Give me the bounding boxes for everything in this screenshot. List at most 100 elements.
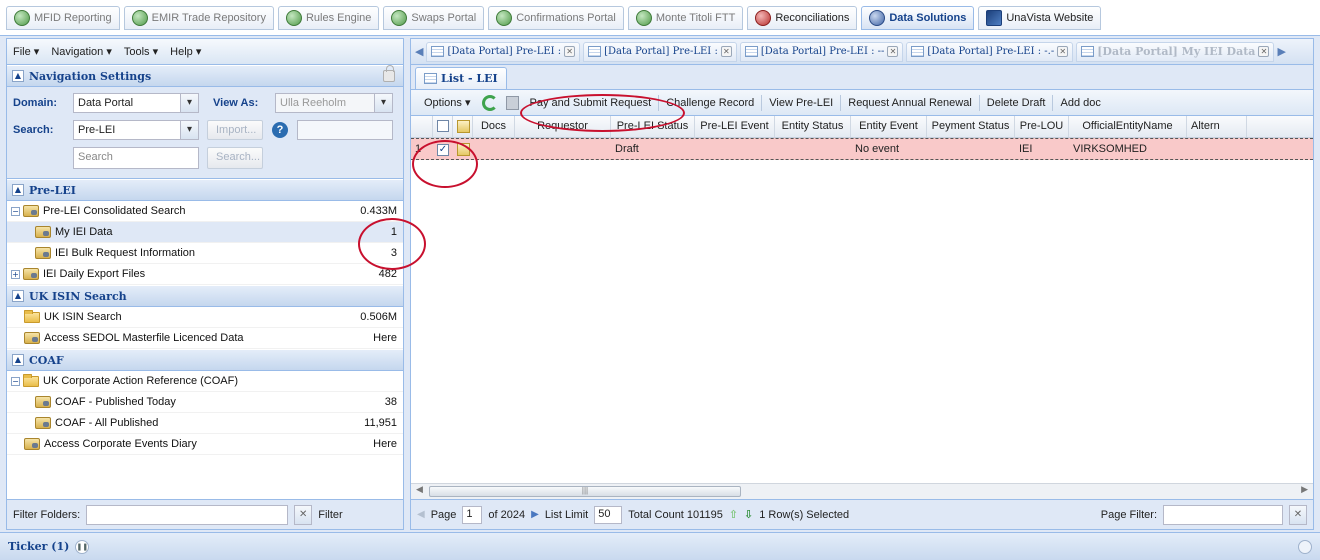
- clear-page-filter-icon[interactable]: ✕: [1289, 504, 1307, 525]
- tree-item-coaf-published-today[interactable]: COAF - Published Today 38: [7, 392, 403, 413]
- tree-item-uk-isin-search[interactable]: UK ISIN Search 0.506M: [7, 307, 403, 328]
- doc-tab[interactable]: [Data Portal] Pre-LEI : -.- ✕: [906, 41, 1074, 62]
- horizontal-scrollbar[interactable]: ◀ ||| ▶: [411, 483, 1313, 499]
- request-annual-renewal-button[interactable]: Request Annual Renewal: [841, 97, 979, 109]
- view-as-select[interactable]: Ulla Reeholm: [275, 93, 393, 113]
- tree-item-uk-corporate-action-reference[interactable]: − UK Corporate Action Reference (COAF): [7, 371, 403, 392]
- collapse-tree-icon[interactable]: −: [11, 376, 20, 386]
- column-header-altern[interactable]: Altern: [1187, 116, 1247, 137]
- tree-item-iei-daily-export-files[interactable]: + IEI Daily Export Files 482: [7, 264, 403, 285]
- add-doc-button[interactable]: Add doc: [1053, 97, 1107, 109]
- scroll-left-icon[interactable]: ◀: [416, 485, 423, 495]
- column-header-official-entity-name[interactable]: OfficialEntityName: [1069, 116, 1187, 137]
- ticker-settings-icon[interactable]: [1298, 539, 1312, 554]
- doc-tab-my-iei-data[interactable]: [Data Portal] My IEI Data ✕: [1076, 41, 1275, 62]
- pause-icon[interactable]: ❚❚: [75, 539, 90, 554]
- collapse-icon[interactable]: ▲: [12, 354, 24, 366]
- note-icon[interactable]: [457, 143, 470, 156]
- import-button[interactable]: Import...: [207, 120, 263, 140]
- uk-isin-section-header[interactable]: ▲ UK ISIN Search: [7, 285, 403, 307]
- tree-item-access-sedol-masterfile[interactable]: Access SEDOL Masterfile Licenced Data He…: [7, 328, 403, 349]
- collapse-icon[interactable]: ▲: [12, 184, 24, 196]
- scroll-right-arrow-icon[interactable]: ▶: [1277, 45, 1285, 58]
- doc-tab[interactable]: [Data Portal] Pre-LEI : -- ✕: [739, 41, 904, 62]
- row-note-cell[interactable]: [453, 139, 473, 159]
- challenge-record-button[interactable]: Challenge Record: [659, 97, 761, 109]
- tree-item-iei-bulk-request-information[interactable]: IEI Bulk Request Information 3: [7, 243, 403, 264]
- column-header-payment-status[interactable]: Peyment Status: [927, 116, 1015, 137]
- pay-and-submit-request-button[interactable]: Pay and Submit Request: [523, 97, 659, 109]
- lock-icon[interactable]: [383, 65, 395, 82]
- tab-monte-titoli-ftt[interactable]: Monte Titoli FTT: [627, 5, 744, 30]
- column-header-pre-lei-status[interactable]: Pre-LEI Status: [611, 116, 695, 137]
- column-header-entity-event[interactable]: Entity Event: [851, 116, 927, 137]
- tree-item-my-iei-data[interactable]: My IEI Data 1: [7, 222, 403, 243]
- scroll-right-icon[interactable]: ▶: [1301, 485, 1308, 495]
- doc-tab[interactable]: [Data Portal] Pre-LEI : ✕: [426, 41, 581, 62]
- previous-page-icon[interactable]: ◀: [417, 509, 425, 520]
- column-header-pre-lei-event[interactable]: Pre-LEI Event: [695, 116, 775, 137]
- scroll-left-arrow-icon[interactable]: ◀: [415, 45, 423, 58]
- close-icon[interactable]: ✕: [564, 46, 576, 57]
- filter-folders-input[interactable]: [86, 504, 289, 525]
- table-row[interactable]: 1 ✓ Draft No event IEI VIRKSOMHED: [411, 138, 1313, 160]
- list-limit-input[interactable]: 50: [594, 505, 623, 524]
- scrollbar-thumb[interactable]: |||: [429, 486, 741, 497]
- search-extra-field[interactable]: [297, 120, 393, 140]
- tab-swaps-portal[interactable]: Swaps Portal: [383, 5, 485, 30]
- collapse-icon[interactable]: ▲: [12, 70, 24, 82]
- row-checkbox-cell[interactable]: ✓: [433, 139, 453, 159]
- tab-emir-trade-repository[interactable]: EMIR Trade Repository: [123, 5, 274, 30]
- close-icon[interactable]: ✕: [720, 46, 732, 57]
- close-icon[interactable]: ✕: [1258, 46, 1270, 57]
- row-checkbox[interactable]: ✓: [437, 144, 449, 156]
- item-link-here[interactable]: Here: [373, 438, 397, 450]
- select-all-checkbox[interactable]: [437, 120, 449, 132]
- item-link-here[interactable]: Here: [373, 332, 397, 344]
- coaf-section-header[interactable]: ▲ COAF: [7, 349, 403, 371]
- domain-select[interactable]: Data Portal: [73, 93, 199, 113]
- filter-button[interactable]: Filter: [318, 509, 342, 521]
- delete-draft-button[interactable]: Delete Draft: [980, 97, 1053, 109]
- tab-data-solutions[interactable]: Data Solutions: [861, 5, 975, 30]
- close-icon[interactable]: ✕: [1057, 46, 1069, 57]
- column-header-requestor[interactable]: Requestor: [515, 116, 611, 137]
- tab-rules-engine[interactable]: Rules Engine: [277, 5, 380, 30]
- tab-reconciliations[interactable]: Reconciliations: [747, 5, 858, 30]
- sort-down-arrow-icon[interactable]: ⇩: [744, 508, 753, 521]
- doc-tab[interactable]: [Data Portal] Pre-LEI : ✕: [583, 41, 737, 62]
- options-menu[interactable]: Options ▾: [417, 96, 478, 109]
- tab-list-lei[interactable]: List - LEI: [415, 67, 507, 89]
- next-page-icon[interactable]: ▶: [531, 509, 539, 520]
- search-input[interactable]: Search: [73, 147, 199, 169]
- help-icon[interactable]: ?: [272, 122, 288, 138]
- tree-item-access-corporate-events-diary[interactable]: Access Corporate Events Diary Here: [7, 434, 403, 455]
- column-header-pre-lou[interactable]: Pre-LOU: [1015, 116, 1069, 137]
- delete-icon[interactable]: [505, 95, 519, 110]
- clear-filter-icon[interactable]: ✕: [294, 504, 313, 525]
- expand-tree-icon[interactable]: +: [11, 269, 20, 279]
- search-type-select[interactable]: Pre-LEI: [73, 120, 199, 140]
- pre-lei-section-header[interactable]: ▲ Pre-LEI: [7, 179, 403, 201]
- page-filter-input[interactable]: [1163, 504, 1283, 525]
- menu-help[interactable]: Help ▾: [170, 45, 201, 58]
- select-all-header[interactable]: [433, 116, 453, 137]
- tab-mfid-reporting[interactable]: MFID Reporting: [6, 5, 120, 30]
- collapse-icon[interactable]: ▲: [12, 290, 24, 302]
- menu-file[interactable]: File ▾: [13, 45, 39, 58]
- tab-confirmations-portal[interactable]: Confirmations Portal: [488, 5, 624, 30]
- close-icon[interactable]: ✕: [887, 46, 899, 57]
- column-header-entity-status[interactable]: Entity Status: [775, 116, 851, 137]
- tree-item-pre-lei-consolidated-search[interactable]: − Pre-LEI Consolidated Search 0.433M: [7, 201, 403, 222]
- refresh-icon[interactable]: [481, 94, 498, 111]
- sort-up-arrow-icon[interactable]: ⇧: [729, 508, 738, 521]
- tree-item-coaf-all-published[interactable]: COAF - All Published 11,951: [7, 413, 403, 434]
- view-pre-lei-button[interactable]: View Pre-LEI: [762, 97, 840, 109]
- collapse-tree-icon[interactable]: −: [11, 206, 20, 216]
- column-header-docs[interactable]: Docs: [473, 116, 515, 137]
- search-button[interactable]: Search...: [207, 147, 263, 169]
- page-number-input[interactable]: 1: [462, 505, 483, 524]
- menu-tools[interactable]: Tools ▾: [124, 45, 158, 58]
- menu-navigation[interactable]: Navigation ▾: [51, 45, 112, 58]
- tab-unavista-website[interactable]: UnaVista Website: [978, 5, 1102, 30]
